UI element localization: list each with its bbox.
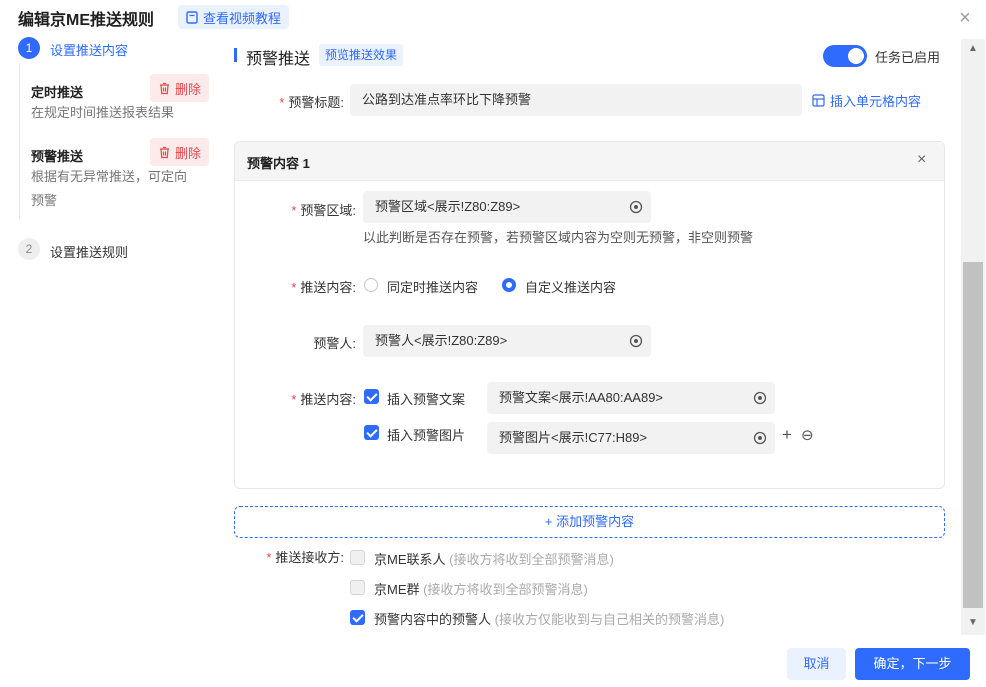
add-warning-content-button[interactable]: + 添加预警内容 bbox=[234, 506, 945, 538]
delete-label: 删除 bbox=[175, 145, 202, 161]
section-accent-bar bbox=[234, 48, 237, 62]
table-icon bbox=[812, 94, 825, 107]
radio-same-as-timed[interactable] bbox=[364, 278, 378, 292]
step1-circle: 1 bbox=[18, 37, 40, 59]
card-title: 预警内容 1 bbox=[247, 156, 310, 171]
delete-warning-push-button[interactable]: 删除 bbox=[150, 138, 210, 166]
warning-push-desc-line1: 根据有无异常推送，可定向 bbox=[31, 169, 188, 184]
insert-image-label: 插入预警图片 bbox=[387, 428, 466, 443]
remove-row-icon[interactable]: ⊖ bbox=[801, 428, 814, 444]
receiver-jme-group-checkbox[interactable] bbox=[350, 580, 365, 595]
radio-custom-content[interactable] bbox=[502, 278, 516, 292]
add-row-icon[interactable]: + bbox=[782, 426, 792, 443]
warning-push-desc-line2: 预警 bbox=[31, 193, 58, 208]
dialog-title: 编辑京ME推送规则 bbox=[18, 12, 155, 29]
warning-area-hint: 以此判断是否存在预警，若预警区域内容为空则无预警，非空则预警 bbox=[363, 230, 754, 245]
warning-title-label: * 预警标题: bbox=[279, 95, 344, 110]
video-tutorial-button[interactable]: 查看视频教程 bbox=[178, 5, 290, 29]
scroll-up-icon[interactable]: ▲ bbox=[961, 40, 985, 58]
receiver-jme-contact-checkbox[interactable] bbox=[350, 550, 365, 565]
task-enabled-toggle[interactable] bbox=[823, 45, 867, 67]
receiver-name: 京ME联系人 bbox=[374, 552, 446, 567]
receiver-warner-checkbox[interactable] bbox=[350, 610, 365, 625]
delete-timed-push-button[interactable]: 删除 bbox=[150, 74, 210, 102]
warner-value: 预警人<展示!Z80:Z89> bbox=[375, 333, 508, 348]
push-content2-label: * 推送内容: bbox=[291, 392, 356, 407]
warning-area-input[interactable]: 预警区域<展示!Z80:Z89> bbox=[363, 191, 651, 223]
cancel-button[interactable]: 取消 bbox=[787, 648, 846, 680]
warner-input[interactable]: 预警人<展示!Z80:Z89> bbox=[363, 325, 651, 357]
step2-label[interactable]: 设置推送规则 bbox=[50, 242, 128, 261]
timed-push-desc: 在规定时间推送报表结果 bbox=[31, 105, 175, 120]
insert-cell-button[interactable]: 插入单元格内容 bbox=[812, 91, 921, 110]
video-tutorial-label: 查看视频教程 bbox=[203, 10, 282, 26]
warner-label: 预警人: bbox=[313, 336, 356, 351]
insert-text-checkbox[interactable] bbox=[364, 389, 379, 404]
receiver-jme-contact[interactable]: 京ME联系人 (接收方将收到全部预警消息) bbox=[374, 549, 614, 568]
insert-text-input[interactable]: 预警文案<展示!AA80:AA89> bbox=[487, 382, 775, 414]
card-header bbox=[235, 142, 944, 181]
insert-cell-label: 插入单元格内容 bbox=[830, 94, 922, 109]
section-title: 预警推送 bbox=[246, 51, 311, 68]
receiver-jme-group[interactable]: 京ME群 (接收方将收到全部预警消息) bbox=[374, 579, 588, 598]
insert-text-value: 预警文案<展示!AA80:AA89> bbox=[499, 390, 664, 405]
step-connector bbox=[19, 64, 20, 219]
step1-label[interactable]: 设置推送内容 bbox=[50, 40, 128, 59]
radio-same-as-timed-label[interactable]: 同定时推送内容 bbox=[387, 277, 478, 296]
trash-icon bbox=[160, 146, 169, 158]
insert-image-value: 预警图片<展示!C77:H89> bbox=[499, 430, 648, 445]
insert-image-checkbox[interactable] bbox=[364, 425, 379, 440]
timed-push-title[interactable]: 定时推送 bbox=[31, 82, 83, 101]
receiver-warner[interactable]: 预警内容中的预警人 (接收方仅能收到与自己相关的预警消息) bbox=[374, 609, 724, 628]
delete-label: 删除 bbox=[175, 81, 202, 97]
receiver-note: (接收方将收到全部预警消息) bbox=[449, 552, 614, 567]
insert-image-input[interactable]: 预警图片<展示!C77:H89> bbox=[487, 422, 775, 454]
preview-effect-button[interactable]: 预览推送效果 bbox=[319, 44, 404, 66]
insert-text-label: 插入预警文案 bbox=[387, 392, 466, 407]
target-icon[interactable] bbox=[753, 431, 767, 445]
receiver-name: 预警内容中的预警人 bbox=[374, 612, 492, 627]
scrollbar-thumb[interactable] bbox=[963, 262, 983, 608]
step2-circle: 2 bbox=[18, 238, 40, 260]
target-icon[interactable] bbox=[629, 200, 643, 214]
radio-custom-content-label[interactable]: 自定义推送内容 bbox=[525, 277, 616, 296]
close-icon[interactable]: × bbox=[956, 8, 974, 28]
warning-area-value: 预警区域<展示!Z80:Z89> bbox=[375, 199, 521, 214]
target-icon[interactable] bbox=[753, 391, 767, 405]
target-icon[interactable] bbox=[629, 334, 643, 348]
confirm-next-button[interactable]: 确定，下一步 bbox=[855, 648, 970, 680]
warning-title-input[interactable]: 公路到达准点率环比下降预警 bbox=[350, 84, 802, 116]
warning-push-title[interactable]: 预警推送 bbox=[31, 146, 83, 165]
receiver-note: (接收方将收到全部预警消息) bbox=[423, 582, 588, 597]
card-close-icon[interactable]: × bbox=[917, 151, 926, 169]
receiver-name: 京ME群 bbox=[374, 582, 420, 597]
warning-area-label: * 预警区域: bbox=[291, 203, 356, 218]
receivers-label: * 推送接收方: bbox=[266, 550, 344, 565]
receiver-note: (接收方仅能收到与自己相关的预警消息) bbox=[494, 612, 725, 627]
trash-icon bbox=[160, 82, 169, 94]
task-enabled-label: 任务已启用 bbox=[875, 50, 941, 65]
push-content-label: * 推送内容: bbox=[291, 280, 356, 295]
book-icon bbox=[186, 10, 198, 24]
scroll-down-icon[interactable]: ▼ bbox=[961, 614, 985, 632]
